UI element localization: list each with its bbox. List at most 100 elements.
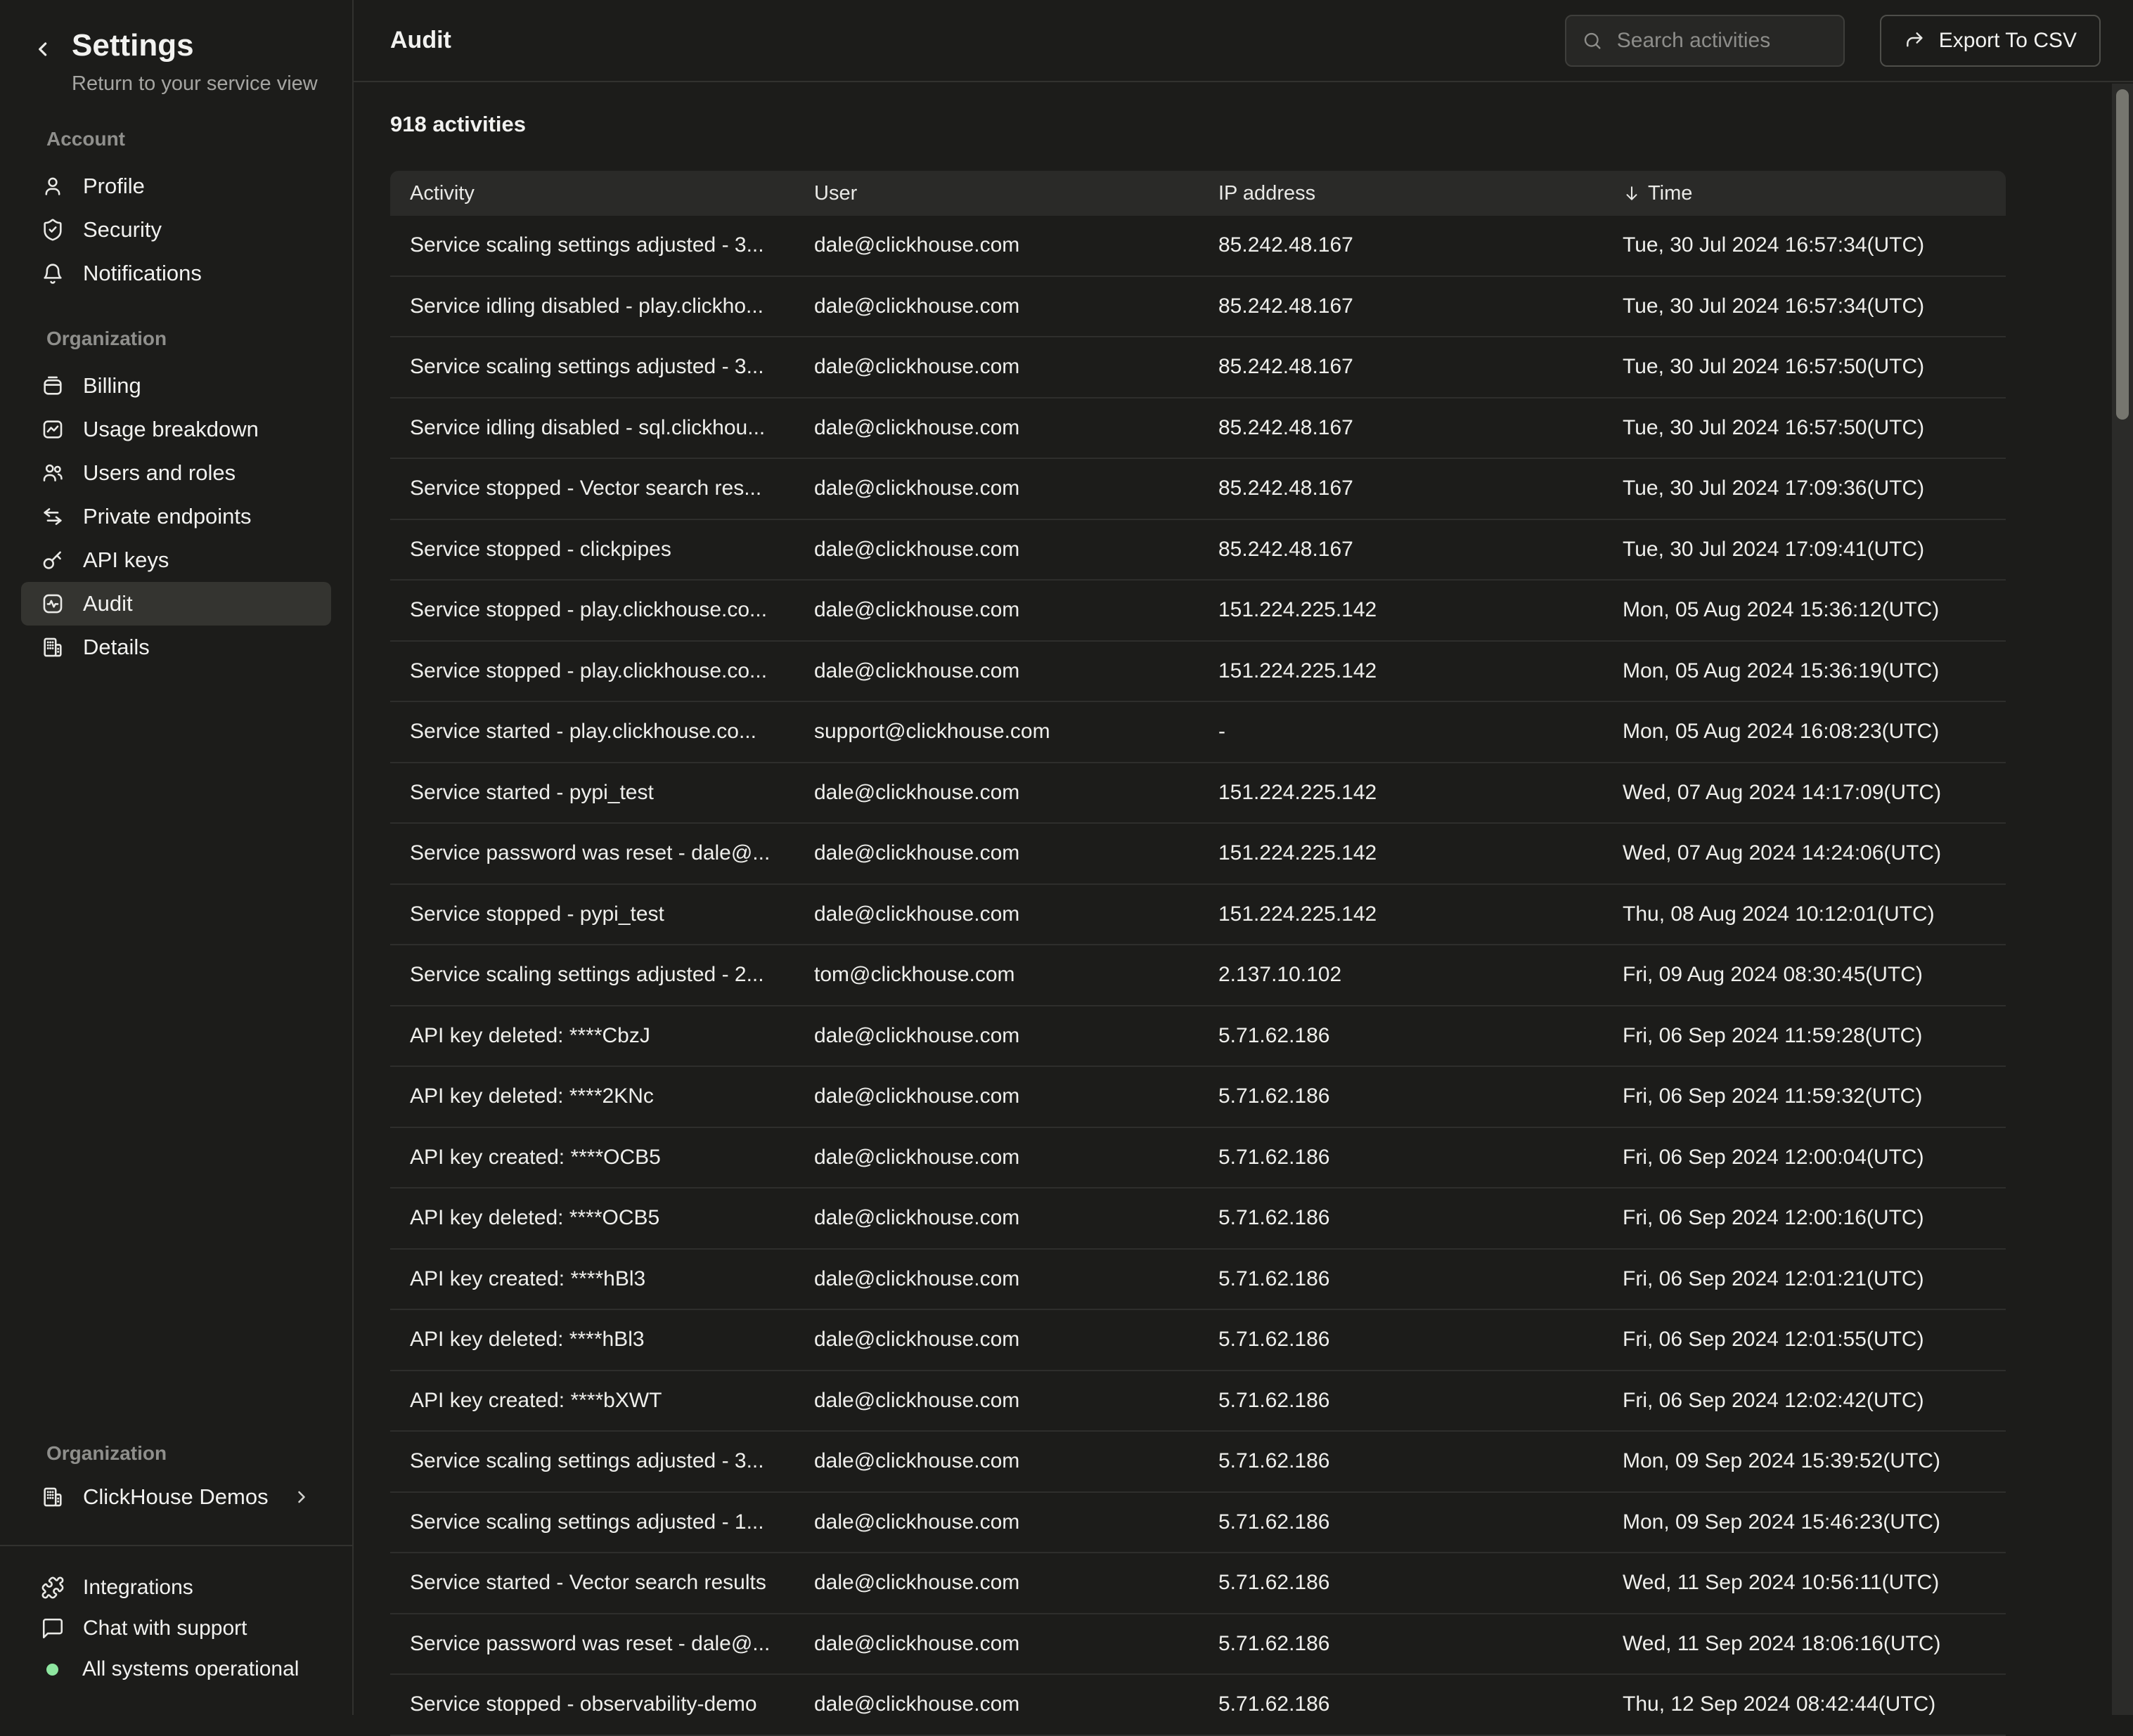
cell-time: Fri, 06 Sep 2024 12:00:04(UTC) [1603, 1146, 2006, 1170]
integrations-link[interactable]: Integrations [21, 1567, 331, 1608]
table-row: Service stopped - Vector search res... d… [390, 459, 2006, 520]
cell-ip-address: 5.71.62.186 [1199, 1146, 1603, 1170]
cell-activity: Service scaling settings adjusted - 3... [390, 1449, 794, 1473]
cell-user: dale@clickhouse.com [794, 598, 1199, 622]
cell-user: tom@clickhouse.com [794, 963, 1199, 987]
table-row: Service scaling settings adjusted - 2...… [390, 945, 2006, 1006]
cell-activity: Service scaling settings adjusted - 1... [390, 1510, 794, 1534]
table-body: Service scaling settings adjusted - 3...… [390, 216, 2006, 1736]
org-switcher[interactable]: ClickHouse Demos [21, 1475, 331, 1520]
vertical-scrollbar-thumb[interactable] [2116, 89, 2129, 420]
cell-ip-address: 5.71.62.186 [1199, 1206, 1603, 1230]
sidebar-titles: Settings Return to your service view [72, 28, 318, 96]
table-row: Service stopped - play.clickhouse.co... … [390, 642, 2006, 703]
sidebar-item-details[interactable]: Details [21, 626, 331, 669]
cell-time: Mon, 05 Aug 2024 15:36:19(UTC) [1603, 659, 2006, 683]
sidebar-item-audit[interactable]: Audit [21, 582, 331, 626]
building-icon [41, 635, 65, 659]
table-row: API key created: ****OCB5 dale@clickhous… [390, 1128, 2006, 1189]
cell-user: dale@clickhouse.com [794, 1449, 1199, 1473]
footer-item-label: Chat with support [83, 1617, 247, 1640]
sidebar-item-users-and-roles[interactable]: Users and roles [21, 451, 331, 495]
export-icon [1904, 30, 1926, 52]
cell-user: dale@clickhouse.com [794, 1146, 1199, 1170]
cell-user: dale@clickhouse.com [794, 781, 1199, 805]
cell-ip-address: 151.224.225.142 [1199, 781, 1603, 805]
sidebar-item-usage-breakdown[interactable]: Usage breakdown [21, 408, 331, 451]
column-header-time[interactable]: Time [1603, 182, 2006, 205]
cell-time: Thu, 12 Sep 2024 08:42:44(UTC) [1603, 1692, 2006, 1716]
cell-ip-address: 2.137.10.102 [1199, 963, 1603, 987]
cell-time: Wed, 07 Aug 2024 14:24:06(UTC) [1603, 841, 2006, 865]
user-icon [41, 174, 65, 198]
chat-icon [41, 1617, 65, 1640]
cell-activity: Service stopped - Vector search res... [390, 477, 794, 500]
cell-ip-address: 151.224.225.142 [1199, 841, 1603, 865]
org-name: ClickHouse Demos [83, 1484, 269, 1510]
column-header-activity[interactable]: Activity [390, 182, 794, 205]
cell-activity: Service scaling settings adjusted - 3... [390, 233, 794, 257]
system-status-link[interactable]: All systems operational [21, 1649, 331, 1690]
section-label-organization: Organization [0, 328, 352, 350]
search-box[interactable] [1565, 15, 1845, 67]
table-row: Service idling disabled - sql.clickhou..… [390, 399, 2006, 460]
cell-ip-address: 85.242.48.167 [1199, 355, 1603, 379]
sidebar-item-api-keys[interactable]: API keys [21, 538, 331, 582]
export-to-csv-button[interactable]: Export To CSV [1880, 15, 2101, 67]
column-header-ip-address[interactable]: IP address [1199, 182, 1603, 205]
vertical-scrollbar-track[interactable] [2112, 84, 2133, 1715]
cell-user: dale@clickhouse.com [794, 659, 1199, 683]
sidebar-item-notifications[interactable]: Notifications [21, 252, 331, 295]
puzzle-icon [41, 1576, 65, 1600]
column-header-user[interactable]: User [794, 182, 1199, 205]
sidebar-item-security[interactable]: Security [21, 208, 331, 252]
cell-user: dale@clickhouse.com [794, 355, 1199, 379]
cell-ip-address: 5.71.62.186 [1199, 1571, 1603, 1595]
table-row: Service scaling settings adjusted - 3...… [390, 1432, 2006, 1493]
cell-user: dale@clickhouse.com [794, 1692, 1199, 1716]
sidebar-item-profile[interactable]: Profile [21, 164, 331, 208]
cell-ip-address: 5.71.62.186 [1199, 1510, 1603, 1534]
cell-activity: Service stopped - play.clickhouse.co... [390, 659, 794, 683]
back-button[interactable] [31, 37, 56, 62]
cell-time: Tue, 30 Jul 2024 17:09:36(UTC) [1603, 477, 2006, 500]
sidebar-item-billing[interactable]: Billing [21, 364, 331, 408]
bell-icon [41, 261, 65, 285]
cell-activity: Service password was reset - dale@... [390, 841, 794, 865]
cell-user: dale@clickhouse.com [794, 841, 1199, 865]
table-row: Service password was reset - dale@... da… [390, 824, 2006, 885]
sidebar-item-label: Usage breakdown [83, 417, 259, 442]
cell-time: Fri, 06 Sep 2024 11:59:28(UTC) [1603, 1024, 2006, 1048]
cell-time: Thu, 08 Aug 2024 10:12:01(UTC) [1603, 902, 2006, 926]
sort-arrow-down-icon [1623, 184, 1641, 202]
cell-ip-address: 85.242.48.167 [1199, 477, 1603, 500]
cell-ip-address: 85.242.48.167 [1199, 416, 1603, 440]
cell-user: dale@clickhouse.com [794, 1084, 1199, 1108]
table-row: API key deleted: ****OCB5 dale@clickhous… [390, 1188, 2006, 1250]
sidebar-header: Settings Return to your service view [0, 0, 352, 96]
search-input[interactable] [1616, 28, 1828, 53]
key-icon [41, 548, 65, 572]
table-row: Service stopped - pypi_test dale@clickho… [390, 885, 2006, 946]
chat-with-support-link[interactable]: Chat with support [21, 1608, 331, 1649]
sidebar-item-label: Profile [83, 174, 145, 199]
audit-table: Activity User IP address Time [390, 171, 2006, 1736]
sidebar-item-label: API keys [83, 548, 169, 573]
table-row: API key deleted: ****CbzJ dale@clickhous… [390, 1006, 2006, 1068]
table-row: Service started - pypi_test dale@clickho… [390, 763, 2006, 824]
table-row: API key deleted: ****hBl3 dale@clickhous… [390, 1310, 2006, 1371]
cell-user: dale@clickhouse.com [794, 902, 1199, 926]
cell-time: Wed, 11 Sep 2024 10:56:11(UTC) [1603, 1571, 2006, 1595]
sidebar-item-label: Details [83, 635, 150, 660]
organization-nav: Billing Usage breakdown Users and roles … [0, 364, 352, 669]
shield-check-icon [41, 218, 65, 242]
cell-ip-address: 5.71.62.186 [1199, 1449, 1603, 1473]
table-row: Service idling disabled - play.clickho..… [390, 277, 2006, 338]
table-row: API key created: ****bXWT dale@clickhous… [390, 1371, 2006, 1432]
sidebar-item-private-endpoints[interactable]: Private endpoints [21, 495, 331, 538]
cell-activity: Service scaling settings adjusted - 3... [390, 355, 794, 379]
cell-activity: Service stopped - pypi_test [390, 902, 794, 926]
table-row: Service scaling settings adjusted - 3...… [390, 337, 2006, 399]
cell-user: dale@clickhouse.com [794, 1510, 1199, 1534]
cell-ip-address: 151.224.225.142 [1199, 598, 1603, 622]
